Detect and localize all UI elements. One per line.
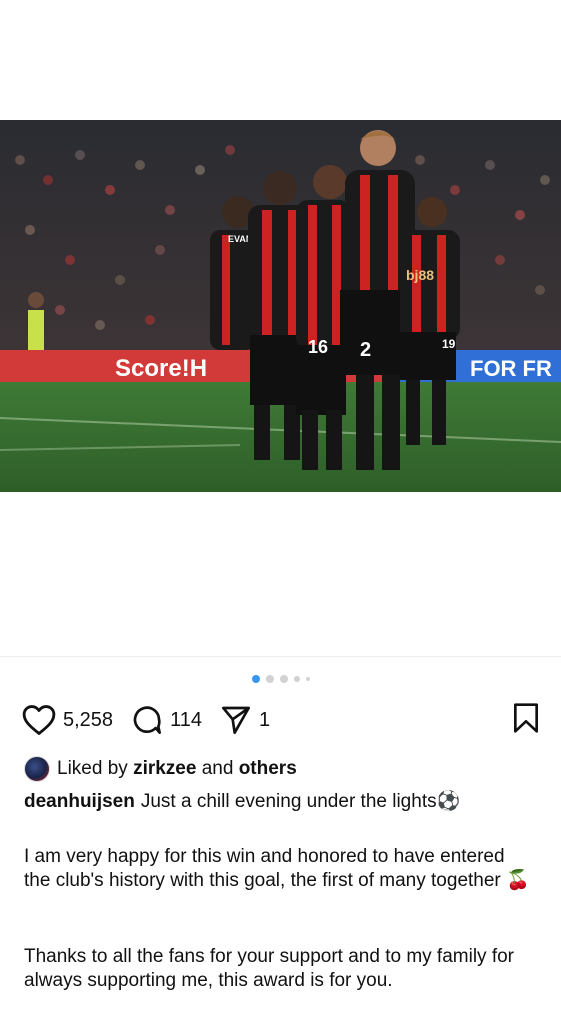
post-photo[interactable]: Score!H FOR FR EVANIL 16 2 bj88 19: [0, 120, 561, 492]
like-count: 5,258: [63, 708, 114, 731]
post-caption: deanhuijsen Just a chill evening under th…: [24, 790, 544, 814]
divider: [0, 656, 561, 657]
bookmark-icon: [513, 702, 538, 733]
shirt-number-19: 19: [442, 337, 456, 351]
board-left-text: Score!H: [115, 355, 207, 382]
share-button[interactable]: 1: [220, 704, 270, 736]
shirt-number-16: 16: [308, 337, 328, 357]
send-icon: [221, 706, 250, 734]
carousel-dot-1[interactable]: [251, 675, 260, 683]
shirt-number-2: 2: [360, 339, 371, 361]
carousel-pagination[interactable]: [0, 675, 561, 683]
share-count: 1: [258, 708, 271, 731]
comment-count: 114: [170, 708, 202, 731]
heart-icon: [22, 705, 56, 735]
save-button[interactable]: [512, 702, 540, 739]
carousel-dot-2[interactable]: [265, 675, 274, 683]
post-actions-bar: 5,258 114 1: [22, 702, 540, 738]
photo-illustration: Score!H FOR FR EVANIL 16 2 bj88 19: [0, 120, 561, 492]
liked-by-row[interactable]: Liked by zirkzee and others: [24, 756, 297, 782]
sponsor-text: bj88: [406, 267, 434, 283]
liked-by-prefix: Liked by: [57, 758, 128, 779]
carousel-dot-3[interactable]: [279, 675, 288, 683]
like-button[interactable]: 5,258: [22, 704, 113, 736]
comment-icon: [133, 706, 162, 734]
post-media-padding: [0, 492, 561, 657]
caption-paragraph-1: I am very happy for this win and honored…: [24, 846, 530, 891]
caption-username[interactable]: deanhuijsen: [24, 791, 135, 812]
liked-by-and: and: [201, 758, 234, 779]
carousel-dot-4[interactable]: [293, 676, 300, 682]
liked-by-others[interactable]: others: [239, 758, 297, 780]
top-blank-area: [0, 0, 561, 120]
caption-paragraph-2: Thanks to all the fans for your support …: [24, 946, 515, 991]
comment-button[interactable]: 114: [131, 704, 202, 736]
carousel-dot-5[interactable]: [305, 677, 310, 681]
board-right-text: FOR FR: [470, 356, 552, 381]
avatar[interactable]: [24, 756, 50, 782]
liked-by-user[interactable]: zirkzee: [133, 758, 196, 780]
caption-text: Just a chill evening under the lights⚽: [140, 791, 461, 812]
